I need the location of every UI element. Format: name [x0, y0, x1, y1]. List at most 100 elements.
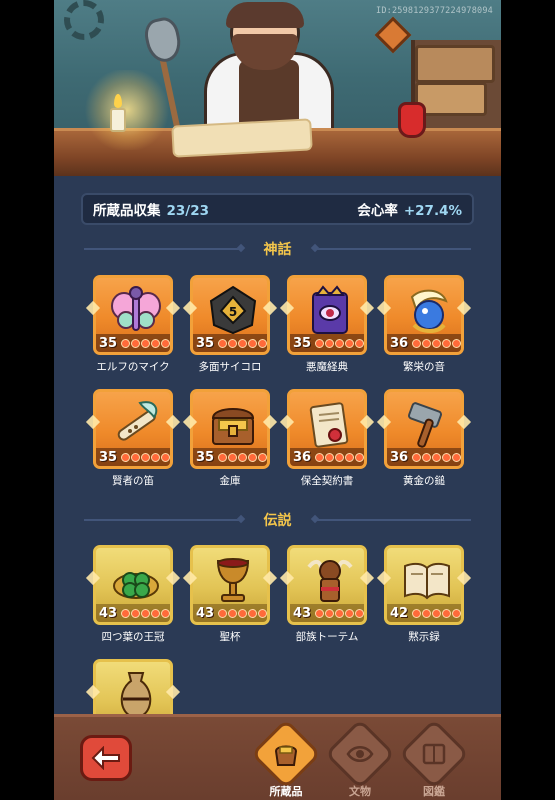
encyclopedia-icon [422, 743, 446, 765]
star-icon [131, 452, 141, 462]
star-icon [141, 452, 151, 462]
star-icon [422, 452, 432, 462]
item-level: 43 [99, 605, 118, 621]
item-level: 36 [390, 449, 409, 465]
item-name: 賢者の笛 [112, 475, 154, 487]
section-title-legendary: 伝説 [263, 513, 292, 529]
tab-relics[interactable]: 文物 [324, 718, 396, 799]
star-icon [161, 338, 170, 348]
item-frame: 36 [287, 389, 367, 469]
item-card[interactable]: 35 エルフのマイク [85, 275, 181, 379]
star-icon [248, 338, 258, 348]
item-frame: 36 [384, 389, 464, 469]
collection-stats-bar: 所蔵品収集 23/23 会心率 +27.4% [81, 193, 474, 225]
section-divider-legendary: 伝説 [84, 510, 471, 530]
back-button[interactable] [80, 735, 132, 781]
star-icon [151, 338, 161, 348]
star-icon [238, 608, 248, 618]
level-strip: 35 [96, 448, 170, 466]
star-icon [442, 608, 452, 618]
star-icon [355, 608, 364, 618]
star-icon [335, 608, 345, 618]
star-icon [432, 452, 442, 462]
clover-crown-icon [106, 554, 166, 606]
item-name: 多面サイコロ [198, 361, 262, 373]
star-icon [141, 608, 151, 618]
star-icon [248, 608, 258, 618]
item-level: 43 [293, 605, 312, 621]
star-icon [452, 608, 461, 618]
star-icon [345, 608, 355, 618]
crit-value: +27.4% [403, 203, 462, 219]
star-icon [161, 608, 170, 618]
star-icon [228, 608, 238, 618]
item-card[interactable]: 36 黄金の鎚 [376, 389, 472, 493]
level-strip: 43 [193, 604, 267, 622]
star-icon [218, 338, 228, 348]
star-icon [452, 452, 461, 462]
item-level: 36 [293, 449, 312, 465]
item-name: 悪魔経典 [306, 361, 348, 373]
candle-glow [82, 70, 172, 150]
contract-scroll-icon [300, 398, 360, 450]
item-card[interactable]: 42 黙示録 [376, 545, 472, 649]
nav-hex [398, 718, 470, 790]
item-name: 黙示録 [408, 631, 440, 643]
collection-stat: 所蔵品収集 23/23 [93, 199, 209, 219]
item-name: 部族トーテム [295, 631, 359, 643]
collection-value: 23/23 [166, 203, 210, 219]
star-icon [248, 452, 258, 462]
item-card[interactable]: 43 四つ葉の王冠 [85, 545, 181, 649]
dice-icon: 5 [203, 284, 263, 336]
divider-line [313, 519, 471, 521]
item-level: 35 [99, 335, 118, 351]
star-icon [315, 452, 325, 462]
star-icon [315, 338, 325, 348]
star-icon [218, 452, 228, 462]
star-icon [131, 338, 141, 348]
treasure-pot-icon [274, 745, 298, 766]
butterfly-mic-icon [106, 284, 166, 336]
item-level: 35 [293, 335, 312, 351]
item-card[interactable]: 5 35 多面サイコロ [182, 275, 278, 379]
star-icon [121, 608, 131, 618]
open-book-icon [397, 554, 457, 606]
star-icon [151, 608, 161, 618]
vase-icon [106, 668, 166, 720]
totem-icon [300, 554, 360, 606]
star-icon [151, 452, 161, 462]
item-level: 35 [196, 335, 215, 351]
nav-hex [250, 718, 322, 790]
star-icon [432, 608, 442, 618]
demon-book-icon [300, 284, 360, 336]
level-strip: 36 [387, 448, 461, 466]
star-icon [422, 338, 432, 348]
tab-encyclopedia[interactable]: 図鑑 [398, 718, 470, 799]
dice-decoration-icon [374, 16, 412, 54]
item-card[interactable]: 35 悪魔経典 [279, 275, 375, 379]
item-card[interactable]: 43 聖杯 [182, 545, 278, 649]
item-name: 繁栄の音 [403, 361, 445, 373]
item-level: 35 [99, 449, 118, 465]
flute-icon [106, 398, 166, 450]
level-strip: 36 [387, 334, 461, 352]
hammer-icon [397, 398, 457, 450]
item-card[interactable]: 43 部族トーテム [279, 545, 375, 649]
star-icon [121, 452, 131, 462]
item-card[interactable]: 36 保全契約書 [279, 389, 375, 493]
dwarf-hair [226, 2, 304, 28]
level-strip: 43 [290, 604, 364, 622]
item-card[interactable]: 36 繁栄の音 [376, 275, 472, 379]
item-card[interactable]: 35 賢者の笛 [85, 389, 181, 493]
star-icon [238, 452, 248, 462]
tab-collection[interactable]: 所蔵品 [250, 718, 322, 799]
star-icon [325, 608, 335, 618]
star-icon [325, 452, 335, 462]
section-title-mythic: 神話 [263, 242, 292, 258]
star-icon [452, 338, 461, 348]
shop-scene-illustration: ID:2598129377224978094 [54, 0, 501, 176]
item-card[interactable]: 35 金庫 [182, 389, 278, 493]
divider-line [84, 248, 242, 250]
level-strip: 43 [96, 604, 170, 622]
star-icon [335, 452, 345, 462]
